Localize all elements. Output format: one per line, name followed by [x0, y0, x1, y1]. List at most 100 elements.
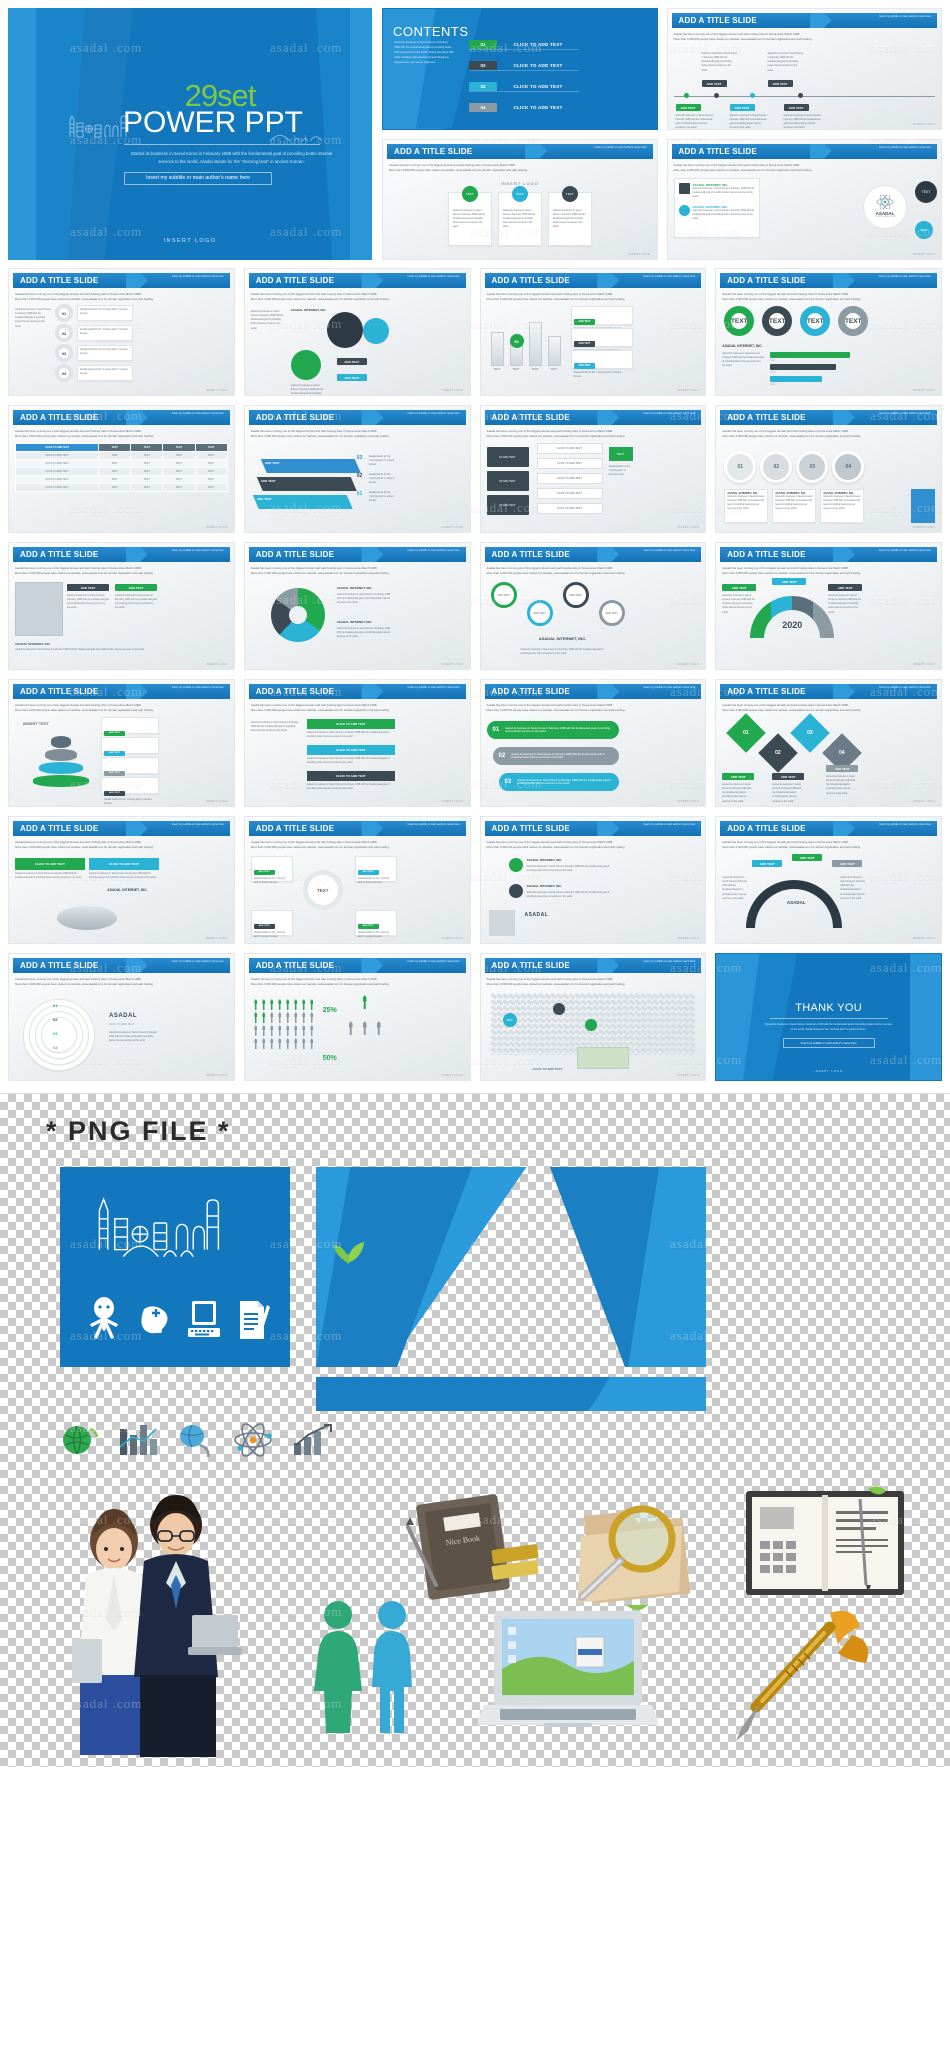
green-circle[interactable]	[290, 350, 321, 380]
slide-s10[interactable]: ADD A TITLE SLIDE Insert my subtitle or …	[243, 405, 471, 533]
slide-s09[interactable]: ADD A TITLE SLIDE Insert my subtitle or …	[8, 405, 235, 533]
pipeline-node[interactable]: 02	[760, 451, 793, 483]
slide-s20[interactable]: ADD A TITLE SLIDE Insert my subtitle or …	[715, 679, 942, 807]
add-text-chip[interactable]: ADD TEXT	[826, 765, 859, 772]
pipeline-node[interactable]: 04	[832, 451, 865, 483]
bubble-node[interactable]: ADD TEXT	[598, 600, 625, 626]
pipeline-node[interactable]: 03	[796, 451, 829, 483]
row-card[interactable]: Asadal stands for the "morning land" in …	[77, 305, 133, 321]
card[interactable]: TEXT started its business in Seoul Korea…	[547, 185, 592, 246]
add-text-chip[interactable]: ADD TEXT	[752, 860, 783, 867]
add-text-chip[interactable]: ADD TEXT	[115, 584, 157, 591]
bubble-dark[interactable]: TEXT	[915, 180, 937, 203]
flow-right-item[interactable]: CLICK TO ADD TEXT	[536, 473, 603, 484]
add-text-chip[interactable]: ADD TEXT	[722, 584, 757, 591]
slide-s15[interactable]: ADD A TITLE SLIDE Insert my subtitle or …	[479, 542, 707, 670]
slide-s06[interactable]: ADD A TITLE SLIDE Insert my subtitle or …	[243, 268, 471, 396]
bubble-cyan[interactable]: TEXT	[915, 220, 933, 239]
flow-left-box[interactable]: #1 ADD TEXT	[486, 447, 529, 467]
ring-widget[interactable]: TEXT	[724, 306, 755, 336]
ring-widget[interactable]: TEXT	[762, 306, 793, 336]
slide-s17[interactable]: ADD A TITLE SLIDE Insert my subtitle or …	[8, 679, 235, 807]
numbered-ring-row[interactable]: 04 Asadal stands for the "morning land" …	[55, 364, 133, 382]
pyramid-layer[interactable]	[39, 762, 83, 774]
pipeline-node[interactable]: 01	[724, 451, 757, 483]
pill-row[interactable]: 03 started its business in Seoul Korea i…	[498, 773, 619, 791]
timeline-chip-bot-2[interactable]: ADD TEXT	[729, 104, 755, 111]
slide-s27[interactable]: ADD A TITLE SLIDE Insert my subtitle or …	[479, 953, 707, 1081]
slide-s24[interactable]: ADD A TITLE SLIDE Insert my subtitle or …	[715, 816, 942, 944]
data-table[interactable]: CLICK TO ADD TEXT TEXT TEXT TEXT TEXT CLICK …	[14, 443, 228, 493]
hero-title-slide[interactable]: 29set POWER PPT Started its business in …	[8, 8, 372, 260]
cyan-circle[interactable]	[362, 318, 389, 344]
cycle-card[interactable]: ADD TEXT Asadal stands for the "morning l…	[250, 910, 293, 938]
slide-s19[interactable]: ADD A TITLE SLIDE Insert my subtitle or …	[479, 679, 707, 807]
numbered-ring-row[interactable]: 02 Asadal stands for the "morning land" …	[55, 324, 133, 342]
row-card[interactable]: Asadal stands for the "morning land" in …	[77, 365, 133, 381]
flow-right-item[interactable]: CLICK TO ADD TEXT	[536, 488, 603, 499]
ring-widget[interactable]: TEXT	[800, 306, 831, 336]
flow-badge[interactable]: TEXT	[608, 447, 633, 461]
slide-s08[interactable]: ADD A TITLE SLIDE Insert my subtitle or …	[715, 268, 942, 396]
add-text-chip[interactable]: ADD TEXT	[828, 584, 863, 591]
funnel-bar[interactable]: CLICK TO ADD TEXT	[89, 858, 159, 870]
bubble-node[interactable]: ADD TEXT	[526, 600, 553, 626]
side-card[interactable]: ADD TEXTAsadal stands for the "morning l…	[570, 328, 633, 356]
slide-s18[interactable]: ADD A TITLE SLIDE Insert my subtitle or …	[243, 679, 471, 807]
stack-bar[interactable]: CLICK TO ADD TEXT	[306, 719, 395, 729]
slide-s12[interactable]: ADD A TITLE SLIDE Insert my subtitle or …	[715, 405, 942, 533]
stack-bar[interactable]: CLICK TO ADD TEXT	[306, 745, 395, 755]
stack-bar[interactable]: CLICK TO ADD TEXT	[306, 771, 395, 781]
slide-s11[interactable]: ADD A TITLE SLIDE Insert my subtitle or …	[479, 405, 707, 533]
contents-row[interactable]: 03 CLICK TO ADD TEXT	[469, 81, 579, 92]
ring-widget[interactable]: 01	[55, 304, 73, 322]
flow-right-item[interactable]: CLICK TO ADD TEXT	[536, 443, 603, 454]
pill-row[interactable]: 02 started its business in Seoul Korea i…	[492, 747, 619, 765]
bubble-node[interactable]: ADD TEXT	[562, 582, 589, 608]
bubble-node[interactable]: ADD TEXT	[490, 582, 517, 608]
funnel-bar[interactable]: CLICK TO ADD TEXT	[15, 858, 85, 870]
slide-s23[interactable]: ADD A TITLE SLIDE Insert my subtitle or …	[479, 816, 707, 944]
timeline-chip-top-1[interactable]: ADD TEXT	[701, 80, 727, 87]
slide-three-card[interactable]: ADD A TITLE SLIDE Insert my subtitle or …	[382, 138, 658, 260]
diamond[interactable]: 03	[790, 713, 831, 753]
contents-row[interactable]: 04 CLICK TO ADD TEXT	[469, 102, 579, 113]
numbered-ring-row[interactable]: 03 Asadal stands for the "morning land" …	[55, 344, 133, 362]
pipeline-card[interactable]: ASADAL INTERNET, INC. started its busines…	[772, 489, 817, 523]
pill-row[interactable]: 01 started its business in Seoul Korea i…	[486, 721, 619, 739]
slide-s07[interactable]: ADD A TITLE SLIDE Insert my subtitle or …	[479, 268, 707, 396]
card[interactable]: TEXT started its business in Seoul Korea…	[497, 185, 542, 246]
pyramid-layer[interactable]	[45, 749, 77, 761]
timeline-chip-bot-3[interactable]: ADD TEXT	[783, 104, 809, 111]
slide-contents[interactable]: CONTENTS started its business in Seoul K…	[382, 8, 658, 130]
hero-subtitle-placeholder[interactable]: Insert my subtitle or main author's name…	[124, 171, 272, 185]
add-text-chip[interactable]: ADD TEXT	[772, 773, 805, 780]
ring-widget[interactable]: 03	[55, 344, 73, 362]
atom-circle[interactable]: ASADAL CLICK TO ADD TEXT	[863, 184, 907, 229]
map-pin-1[interactable]: 40%	[502, 1013, 517, 1027]
numbered-ring-row[interactable]: 01 Asadal stands for the "morning land" …	[55, 304, 133, 322]
atom-info-card[interactable]: ASADAL INTERNET, INC. started its busine…	[673, 177, 760, 238]
pyramid-card[interactable]: ADD TEXTAsadal stands for the "morning l…	[101, 737, 159, 765]
flow-right-item[interactable]: CLICK TO ADD TEXT	[536, 503, 603, 514]
map-pin-2[interactable]	[552, 1003, 565, 1015]
ring-widget[interactable]: 02	[55, 324, 73, 342]
flow-left-box[interactable]: #3 ADD TEXT	[486, 495, 529, 515]
timeline-chip-top-2[interactable]: ADD TEXT	[767, 80, 793, 87]
slide-s26[interactable]: ADD A TITLE SLIDE Insert my subtitle or …	[243, 953, 471, 1081]
row-card[interactable]: Asadal stands for the "morning land" in …	[77, 345, 133, 361]
pipeline-card[interactable]: ASADAL INTERNET, INC. started its busines…	[820, 489, 865, 523]
contents-row[interactable]: 01 CLICK TO ADD TEXT	[469, 39, 579, 50]
slide-s14[interactable]: ADD A TITLE SLIDE Insert my subtitle or …	[243, 542, 471, 670]
flow-left-box[interactable]: #2 ADD TEXT	[486, 471, 529, 491]
slide-s21[interactable]: ADD A TITLE SLIDE Insert my subtitle or …	[8, 816, 235, 944]
card[interactable]: TEXT started its business in Seoul Korea…	[447, 185, 492, 246]
add-text-chip[interactable]: ADD TEXT	[336, 358, 367, 365]
add-text-chip[interactable]: ADD TEXT	[336, 374, 367, 381]
slide-s05[interactable]: ADD A TITLE SLIDE Insert my subtitle or …	[8, 268, 235, 396]
slide-s13[interactable]: ADD A TITLE SLIDE Insert my subtitle or …	[8, 542, 235, 670]
cycle-center[interactable]: TEXT	[302, 870, 343, 910]
pyramid-layer[interactable]	[33, 775, 89, 787]
pyramid-card[interactable]: ADD TEXTAsadal stands for the "morning l…	[101, 777, 159, 805]
add-text-chip[interactable]: ADD TEXT	[792, 854, 823, 861]
